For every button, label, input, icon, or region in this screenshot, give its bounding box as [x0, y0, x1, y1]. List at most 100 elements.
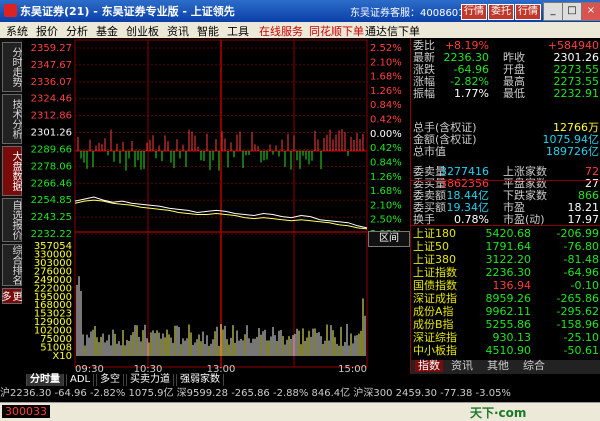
index-row[interactable]: 深证成指 8959.26 -265.86	[411, 293, 600, 305]
percent-tick-label: 1.68%	[370, 72, 402, 83]
percent-tick-label: 0.84%	[370, 157, 402, 168]
menu-smart[interactable]: 智能	[197, 23, 219, 39]
menu-online-service[interactable]: 在线服务	[259, 23, 303, 39]
time-tick-label: 09:30	[75, 364, 104, 374]
percent-tick-label: 1.26%	[370, 86, 402, 97]
index-change: -50.61	[563, 344, 599, 357]
price-tick-label: 2312.86	[31, 111, 72, 122]
tab-more[interactable]: 更多	[0, 288, 22, 304]
index-change: -206.99	[556, 227, 599, 240]
menu-ths-order[interactable]: 同花顺下单	[309, 23, 364, 39]
tab-market-data[interactable]: 大盘数据	[2, 146, 22, 196]
index-row[interactable]: 中小板指 4510.90 -50.61	[411, 345, 600, 357]
index-change: -0.10	[570, 279, 599, 292]
index-value: 5420.68	[485, 227, 532, 240]
percent-tick-label: 0.84%	[370, 100, 402, 111]
index-ticker: 沪2236.30 -64.96 -2.82% 1075.9亿 深9599.28 …	[0, 386, 600, 402]
index-change: -81.48	[563, 253, 599, 266]
stock-code-input[interactable]: 300033	[2, 405, 50, 418]
percent-tick-label: 1.26%	[370, 172, 402, 183]
title-bar: 东吴证券(21) - 东吴证券专业版 - 上证领先 东吴证券客服：4008601…	[0, 0, 600, 22]
menu-analysis[interactable]: 分析	[66, 23, 88, 39]
tab-ranking[interactable]: 综合排名	[2, 244, 22, 286]
index-value: 4510.90	[485, 344, 532, 357]
index-value: 3122.20	[485, 253, 532, 266]
order-button[interactable]: 委托	[488, 4, 514, 20]
quote-row: 总市值 189726亿	[411, 146, 600, 158]
time-tick-label: 10:30	[134, 364, 163, 374]
tab-watchlist[interactable]: 自选报价	[2, 198, 22, 242]
menu-tools[interactable]: 工具	[227, 23, 249, 39]
window-title: 东吴证券(21) - 东吴证券专业版 - 上证领先	[20, 5, 235, 18]
index-row[interactable]: 上证50 1791.64 -76.80	[411, 241, 600, 253]
index-row[interactable]: 成份B指 5255.86 -158.96	[411, 319, 600, 331]
quote-value: 189726亿	[546, 145, 599, 158]
menu-news[interactable]: 资讯	[167, 23, 189, 39]
menu-quote[interactable]: 报价	[36, 23, 58, 39]
index-name: 国债指数	[413, 279, 457, 292]
market-button[interactable]: 行情	[515, 4, 541, 20]
status-bar: 300033 天下·com	[0, 402, 600, 421]
menu-gem[interactable]: 创业板	[126, 23, 159, 39]
tab-technical[interactable]: 技术分析	[2, 94, 22, 144]
price-tick-label: 2324.46	[31, 94, 72, 105]
index-row[interactable]: 成份A指 9962.11 -295.62	[411, 306, 600, 318]
panel-footer: 指数 资讯 其他 综合	[411, 360, 600, 374]
left-tab-strip: 分时走势 技术分析 大盘数据 自选报价 综合排名 更多	[0, 38, 22, 304]
percent-tick-label: 2.52%	[370, 43, 402, 54]
index-value: 1791.64	[485, 240, 532, 253]
indicator-tabs: 分时量 ADL 多空 买卖力道 强弱家数	[0, 374, 600, 387]
index-name: 上证50	[413, 240, 449, 253]
price-tick-label: 2278.06	[31, 161, 72, 172]
quote-label: 最低	[503, 87, 525, 100]
index-value: 136.94	[492, 279, 532, 292]
index-name: 上证180	[413, 227, 456, 240]
index-change: -265.86	[556, 292, 599, 305]
time-tick-label: 13:00	[207, 364, 236, 374]
menu-fund[interactable]: 基金	[96, 23, 118, 39]
maximize-icon[interactable]: □	[562, 2, 582, 21]
panel-tab-news[interactable]: 资讯	[451, 360, 473, 372]
index-name: 中小板指	[413, 344, 457, 357]
index-change: -76.80	[563, 240, 599, 253]
panel-tab-index[interactable]: 指数	[415, 360, 443, 372]
percent-tick-label: 0.00%	[370, 129, 402, 140]
index-row[interactable]: 上证380 3122.20 -81.48	[411, 254, 600, 266]
index-change: -158.96	[556, 318, 599, 331]
menu-system[interactable]: 系统	[6, 23, 28, 39]
price-tick-label: 2266.46	[31, 178, 72, 189]
quote-button[interactable]: 行情	[461, 4, 487, 20]
index-name: 成份B指	[413, 318, 454, 331]
percent-tick-label: 2.10%	[370, 57, 402, 68]
panel-tab-other[interactable]: 其他	[487, 360, 509, 372]
index-name: 深证成指	[413, 292, 457, 305]
quote-row: 振幅 1.77% 最低 2232.91	[411, 88, 600, 100]
menu-tdx-order[interactable]: 通达信下单	[365, 23, 420, 39]
price-tick-label: 2232.22	[31, 229, 72, 240]
index-name: 上证380	[413, 253, 456, 266]
app-logo-icon	[4, 4, 17, 17]
index-row[interactable]: 上证180 5420.68 -206.99	[411, 228, 600, 240]
index-row[interactable]: 上证指数 2236.30 -64.96	[411, 267, 600, 279]
price-tick-label: 2289.66	[31, 144, 72, 155]
index-name: 深证综指	[413, 331, 457, 344]
minimize-icon[interactable]: _	[543, 2, 563, 21]
quote-value: 1.77%	[454, 87, 489, 100]
interval-button[interactable]: 区间	[368, 231, 410, 247]
quote-panel: 委比 +8.19% +584940 最新 2236.30 昨收 2301.26 涨跌 -64.9…	[410, 38, 600, 374]
intraday-chart[interactable]: 2359.27 2347.67 2336.07 2324.46 2312.86 2301.…	[0, 38, 410, 374]
percent-tick-label: 2.10%	[370, 200, 402, 211]
percent-tick-label: 0.42%	[370, 115, 402, 126]
index-row[interactable]: 国债指数 136.94 -0.10	[411, 280, 600, 292]
volume-tick-label: X10	[52, 351, 72, 362]
tab-intraday[interactable]: 分时走势	[2, 42, 22, 92]
index-value: 9962.11	[485, 305, 532, 318]
index-row[interactable]: 深证综指 930.13 -25.10	[411, 332, 600, 344]
percent-tick-label: 2.50%	[370, 215, 402, 226]
percent-tick-label: 0.42%	[370, 143, 402, 154]
price-tick-label: 2243.25	[31, 212, 72, 223]
time-tick-label: 15:00	[338, 364, 367, 374]
panel-tab-composite[interactable]: 综合	[523, 360, 545, 372]
close-icon[interactable]: ×	[581, 2, 600, 21]
quote-label: 振幅	[413, 87, 435, 100]
